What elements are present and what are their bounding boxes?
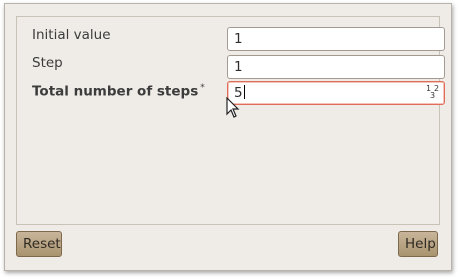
numbers-icon-glyph-3: 3 (430, 91, 436, 100)
dialog-window: Initial value 1 Step 1 Total number of s… (4, 3, 452, 271)
total-steps-label: Total number of steps * (32, 83, 205, 100)
numbers-icon: 1 2 3 (425, 85, 441, 101)
required-marker: * (200, 83, 205, 93)
text-caret (243, 85, 245, 99)
step-label: Step (32, 55, 63, 71)
step-input[interactable]: 1 (227, 55, 445, 79)
mouse-pointer-icon (226, 97, 240, 118)
total-steps-input[interactable]: 5 1 2 3 (227, 81, 445, 105)
step-text: 1 (234, 59, 243, 75)
total-steps-label-text: Total number of steps (32, 83, 199, 100)
initial-value-label: Initial value (32, 27, 111, 43)
help-button[interactable]: Help (398, 231, 438, 257)
initial-value-text: 1 (234, 31, 243, 47)
reset-button[interactable]: Reset (16, 231, 62, 257)
initial-value-input[interactable]: 1 (227, 27, 445, 51)
